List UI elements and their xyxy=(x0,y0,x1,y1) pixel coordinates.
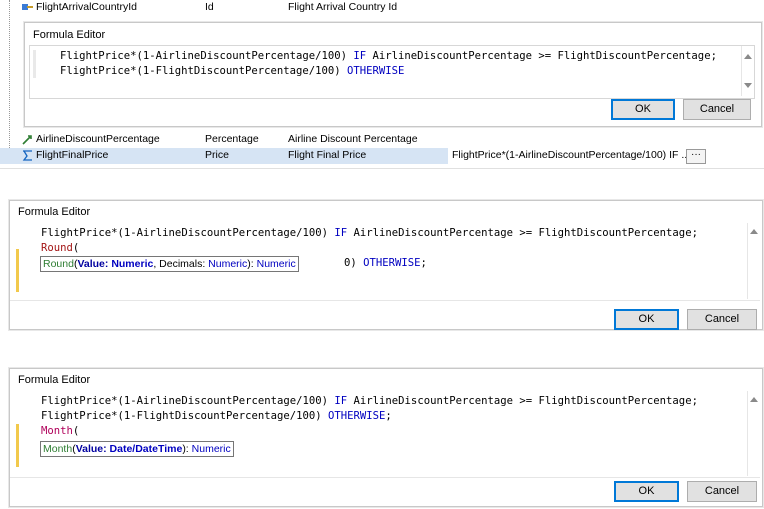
attribute-type: Percentage xyxy=(205,133,259,145)
table-row[interactable]: AirlineDiscountPercentage Percentage Air… xyxy=(0,132,764,148)
attribute-type: Price xyxy=(205,149,229,161)
code-line-3: Month( xyxy=(41,425,80,437)
formula-editor-dialog: Formula Editor FlightPrice*(1-AirlineDis… xyxy=(24,22,762,127)
attribute-name: FlightFinalPrice xyxy=(36,149,109,161)
vertical-scrollbar[interactable] xyxy=(741,46,754,96)
attribute-name: AirlineDiscountPercentage xyxy=(36,133,160,145)
scroll-down-icon[interactable] xyxy=(744,83,752,88)
vertical-scrollbar[interactable] xyxy=(747,223,760,299)
attribute-description: Airline Discount Percentage xyxy=(288,133,418,145)
formula-editor-dialog: Formula Editor FlightPrice*(1-AirlineDis… xyxy=(9,200,763,330)
key-attribute-icon xyxy=(22,4,33,10)
cancel-button[interactable]: Cancel xyxy=(687,481,757,502)
attribute-description: Flight Arrival Country Id xyxy=(288,1,398,13)
code-line-1: FlightPrice*(1-AirlineDiscountPercentage… xyxy=(60,50,717,62)
table-row-selected[interactable]: FlightFinalPrice Price Flight Final Pric… xyxy=(0,148,764,164)
changed-lines-marker xyxy=(16,249,19,292)
ok-button[interactable]: OK xyxy=(614,481,679,502)
scroll-up-icon[interactable] xyxy=(744,54,752,59)
signature-tooltip: Month(Value: Date/DateTime): Numeric xyxy=(40,441,234,457)
attribute-grid: FlightArrivalCountryId Id Flight Arrival… xyxy=(0,0,764,169)
attribute-icon xyxy=(22,135,32,145)
attribute-type: Id xyxy=(205,1,214,13)
attribute-description: Flight Final Price xyxy=(288,149,367,161)
code-line-2: FlightPrice*(1-FlightDiscountPercentage/… xyxy=(60,65,405,77)
code-line-3-tail: 0) OTHERWISE; xyxy=(344,257,427,269)
ok-button[interactable]: OK xyxy=(611,99,675,120)
ok-button[interactable]: OK xyxy=(614,309,679,330)
formula-cell[interactable]: FlightPrice*(1-AirlineDiscountPercentage… xyxy=(448,148,764,164)
line-margin xyxy=(33,50,36,78)
scroll-up-icon[interactable] xyxy=(750,397,758,402)
edit-formula-button[interactable]: ··· xyxy=(686,149,706,164)
vertical-scrollbar[interactable] xyxy=(747,391,760,476)
changed-lines-marker xyxy=(16,424,19,467)
code-line-1: FlightPrice*(1-AirlineDiscountPercentage… xyxy=(41,395,698,407)
formula-text-area[interactable]: FlightPrice*(1-AirlineDiscountPercentage… xyxy=(29,45,755,99)
dialog-title: Formula Editor xyxy=(33,29,106,41)
attribute-name: FlightArrivalCountryId xyxy=(36,1,137,13)
code-line-1: FlightPrice*(1-AirlineDiscountPercentage… xyxy=(41,227,698,239)
signature-tooltip: Round(Value: Numeric, Decimals: Numeric)… xyxy=(40,256,299,272)
scroll-up-icon[interactable] xyxy=(750,229,758,234)
formula-text-area[interactable]: FlightPrice*(1-AirlineDiscountPercentage… xyxy=(10,223,760,301)
code-line-2: FlightPrice*(1-FlightDiscountPercentage/… xyxy=(41,410,392,422)
cancel-button[interactable]: Cancel xyxy=(687,309,757,330)
formula-editor-dialog: Formula Editor FlightPrice*(1-AirlineDis… xyxy=(9,368,763,507)
dialog-title: Formula Editor xyxy=(18,206,91,218)
dialog-title: Formula Editor xyxy=(18,374,91,386)
table-row[interactable]: FlightArrivalCountryId Id Flight Arrival… xyxy=(0,0,764,16)
formula-text-area[interactable]: FlightPrice*(1-AirlineDiscountPercentage… xyxy=(10,391,760,478)
cancel-button[interactable]: Cancel xyxy=(683,99,751,120)
formula-preview: FlightPrice*(1-AirlineDiscountPercentage… xyxy=(452,149,691,161)
code-line-2: Round( xyxy=(41,242,80,254)
formula-icon xyxy=(22,150,32,161)
